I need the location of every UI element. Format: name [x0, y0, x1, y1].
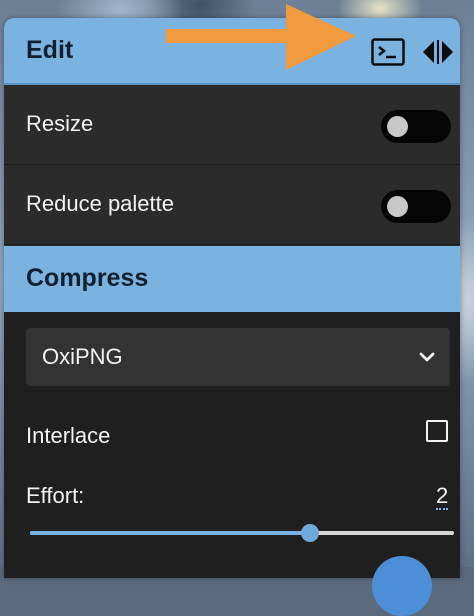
resize-toggle[interactable] — [381, 110, 451, 143]
resize-label: Resize — [26, 111, 94, 136]
reduce-palette-row: Reduce palette — [4, 165, 460, 245]
slider-fill — [30, 531, 310, 535]
effort-slider[interactable] — [30, 522, 454, 544]
resize-row: Resize — [4, 85, 460, 165]
annotation-arrow-icon — [166, 4, 356, 70]
toggle-knob — [387, 196, 408, 217]
toggle-knob — [387, 116, 408, 137]
code-compare-icon[interactable] — [421, 39, 455, 65]
compression-method-select[interactable]: OxiPNG — [26, 328, 450, 386]
options-panel: Edit Resize Reduce palette Compress OxiP… — [4, 18, 460, 578]
compress-header: Compress — [4, 246, 460, 312]
chevron-down-icon — [419, 352, 435, 362]
reduce-palette-label: Reduce palette — [26, 191, 174, 216]
interlace-checkbox[interactable] — [426, 420, 448, 442]
compress-title: Compress — [26, 264, 149, 292]
terminal-icon[interactable] — [371, 38, 405, 66]
slider-thumb[interactable] — [300, 524, 319, 542]
effort-label: Effort: — [26, 483, 85, 508]
selected-method: OxiPNG — [42, 344, 123, 369]
effort-value-input[interactable]: 2 — [436, 485, 449, 510]
edit-title: Edit — [26, 36, 74, 64]
download-button[interactable] — [372, 556, 432, 616]
reduce-palette-toggle[interactable] — [381, 190, 451, 223]
interlace-label: Interlace — [26, 423, 111, 448]
compress-options: OxiPNG Interlace Effort: 2 — [4, 312, 460, 578]
